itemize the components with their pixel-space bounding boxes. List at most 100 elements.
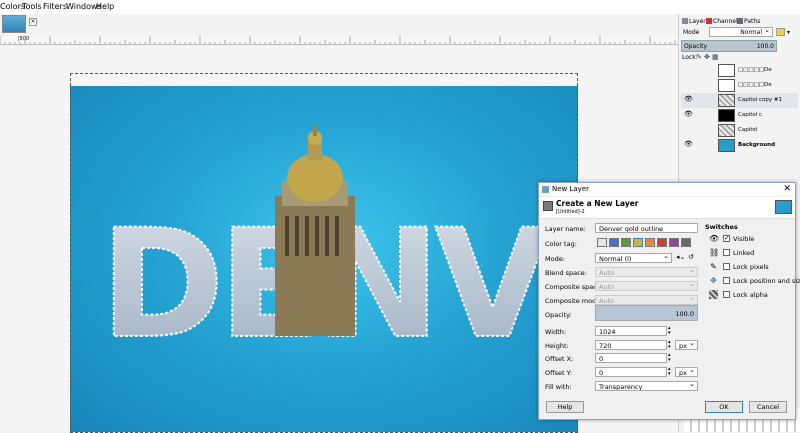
color-tag-swatch[interactable] bbox=[657, 238, 667, 247]
linked-checkbox[interactable] bbox=[723, 249, 730, 256]
lock-position-checkbox[interactable] bbox=[723, 277, 730, 284]
image-tabs-bar bbox=[0, 14, 678, 36]
close-icon[interactable]: ✕ bbox=[783, 184, 791, 194]
layer-name: Capitol copy #1 bbox=[738, 97, 783, 103]
mode-label: Mode bbox=[683, 29, 700, 36]
opacity-spin-slider[interactable]: 100.0 bbox=[595, 305, 698, 321]
menu-tools[interactable]: Tools bbox=[22, 2, 42, 11]
lock-pixels-checkbox[interactable] bbox=[723, 263, 730, 270]
layer-row[interactable]: 👁 Capitol c bbox=[681, 108, 798, 123]
dialog-heading: Create a New Layer bbox=[556, 199, 639, 208]
move-arrows-icon: ✥ bbox=[710, 276, 717, 285]
color-tag-swatch[interactable] bbox=[609, 238, 619, 247]
unit-select[interactable]: px bbox=[675, 340, 698, 350]
lock-alpha-icon[interactable]: ▦ bbox=[712, 53, 719, 61]
fill-with-select[interactable]: Transparency bbox=[595, 381, 698, 391]
ruler-label: |500 bbox=[18, 36, 30, 42]
layer-thumbnail bbox=[718, 64, 735, 77]
layer-name: Capitol c bbox=[738, 112, 763, 118]
layer-mask-thumbnail bbox=[718, 109, 735, 122]
switches-title: Switches bbox=[705, 223, 738, 231]
blend-space-select[interactable]: Auto bbox=[595, 267, 698, 277]
visibility-eye-icon[interactable]: 👁 bbox=[684, 141, 693, 148]
dialog-header: Create a New Layer [Untitled]-2 bbox=[539, 197, 795, 219]
offset-x-stepper[interactable]: ▴ ▾ bbox=[668, 353, 671, 363]
color-tag-swatch[interactable] bbox=[645, 238, 655, 247]
opacity-slider[interactable]: Opacity 100.0 bbox=[681, 40, 777, 52]
lock-position-label: Lock position and size bbox=[733, 277, 800, 285]
width-stepper[interactable]: ▴ ▾ bbox=[668, 326, 671, 336]
layer-row[interactable]: 👁 Capitol copy #1 bbox=[681, 93, 798, 108]
ok-button[interactable]: OK bbox=[705, 401, 743, 413]
color-tag-label: Color tag: bbox=[545, 240, 577, 248]
tab-channels[interactable]: Channels bbox=[706, 16, 741, 26]
offset-x-label: Offset X: bbox=[545, 355, 574, 363]
width-input[interactable]: 1024 bbox=[595, 326, 667, 336]
blend-space-label: Blend space: bbox=[545, 269, 587, 277]
layer-row[interactable]: □□□□□De bbox=[681, 63, 798, 78]
color-tag-swatch[interactable] bbox=[681, 238, 691, 247]
lock-pixels-label: Lock pixels bbox=[733, 263, 769, 271]
height-stepper[interactable]: ▴ ▾ bbox=[668, 340, 671, 350]
paths-icon bbox=[737, 18, 743, 24]
tab-paths[interactable]: Paths bbox=[737, 16, 760, 26]
layer-name: Background bbox=[738, 142, 776, 148]
color-tag-swatch[interactable] bbox=[669, 238, 679, 247]
linked-label: Linked bbox=[733, 249, 755, 257]
mode-select[interactable]: Normal bbox=[709, 27, 773, 37]
offset-x-input[interactable]: 0 bbox=[595, 353, 667, 363]
tab-layers[interactable]: Layers bbox=[682, 16, 709, 26]
mode-menu-icon[interactable]: ▾ bbox=[787, 29, 790, 36]
layer-row[interactable]: □□□□□De bbox=[681, 78, 798, 93]
color-tag-picker bbox=[597, 238, 697, 248]
fill-with-label: Fill with: bbox=[545, 383, 572, 391]
mode-reset-icon[interactable]: ↺ bbox=[688, 253, 694, 261]
width-label: Width: bbox=[545, 328, 567, 336]
offset-y-input[interactable]: 0 bbox=[595, 367, 667, 377]
offset-y-stepper[interactable]: ▴ ▾ bbox=[668, 367, 671, 377]
layer-name-label: Layer name: bbox=[545, 225, 586, 233]
lock-pixels-icon[interactable]: ✎ bbox=[696, 53, 702, 61]
alpha-checker-icon bbox=[709, 290, 718, 299]
mode-reset-icon[interactable] bbox=[776, 28, 785, 36]
visibility-eye-icon[interactable]: 👁 bbox=[684, 96, 693, 103]
offset-y-label: Offset Y: bbox=[545, 369, 572, 377]
layer-row[interactable]: Capitol bbox=[681, 123, 798, 138]
image-tab-thumbnail[interactable] bbox=[2, 15, 26, 33]
menu-filters[interactable]: Filters bbox=[43, 2, 67, 11]
dialog-titlebar[interactable]: New Layer ✕ bbox=[539, 183, 795, 196]
height-input[interactable]: 720 bbox=[595, 340, 667, 350]
color-tag-swatch[interactable] bbox=[597, 238, 607, 247]
lock-alpha-checkbox[interactable] bbox=[723, 291, 730, 298]
image-preview-thumbnail bbox=[775, 200, 792, 214]
composite-mode-select[interactable]: Auto bbox=[595, 295, 698, 305]
layer-name: □□□□□De bbox=[738, 67, 772, 73]
menu-bar: Colors Tools Filters Windows Help bbox=[0, 0, 800, 14]
layer-thumbnail bbox=[718, 124, 735, 137]
tab-paths-label: Paths bbox=[744, 17, 761, 25]
offset-unit-select[interactable]: px bbox=[675, 367, 698, 377]
cancel-button[interactable]: Cancel bbox=[749, 401, 787, 413]
eye-icon: 👁 bbox=[709, 234, 720, 243]
close-tab-icon[interactable]: × bbox=[29, 18, 37, 26]
layers-icon bbox=[682, 18, 688, 24]
layer-thumbnail bbox=[718, 94, 735, 107]
layer-name-input[interactable]: Denver gold outline bbox=[595, 223, 698, 233]
color-tag-swatch[interactable] bbox=[633, 238, 643, 247]
paintbrush-icon: ✎ bbox=[710, 262, 717, 271]
visible-checkbox[interactable]: ✓ bbox=[723, 234, 730, 242]
dialog-window-title: New Layer bbox=[552, 185, 590, 193]
layer-row[interactable]: 👁 Background bbox=[681, 138, 798, 153]
layer-mode-select[interactable]: Normal (l) bbox=[595, 253, 672, 263]
visibility-eye-icon[interactable]: 👁 bbox=[684, 111, 693, 118]
menu-help[interactable]: Help bbox=[96, 2, 114, 11]
color-tag-swatch[interactable] bbox=[621, 238, 631, 247]
lock-position-icon[interactable]: ✥ bbox=[704, 53, 710, 61]
composite-space-select[interactable]: Auto bbox=[595, 281, 698, 291]
opacity-field-label: Opacity: bbox=[545, 311, 572, 319]
visible-label: Visible bbox=[733, 235, 755, 243]
layer-thumbnail bbox=[718, 139, 735, 152]
ruler-ticks bbox=[0, 36, 676, 44]
mode-switch-icon[interactable]: ◂⌄ bbox=[676, 253, 685, 261]
help-button[interactable]: Help bbox=[546, 401, 584, 413]
